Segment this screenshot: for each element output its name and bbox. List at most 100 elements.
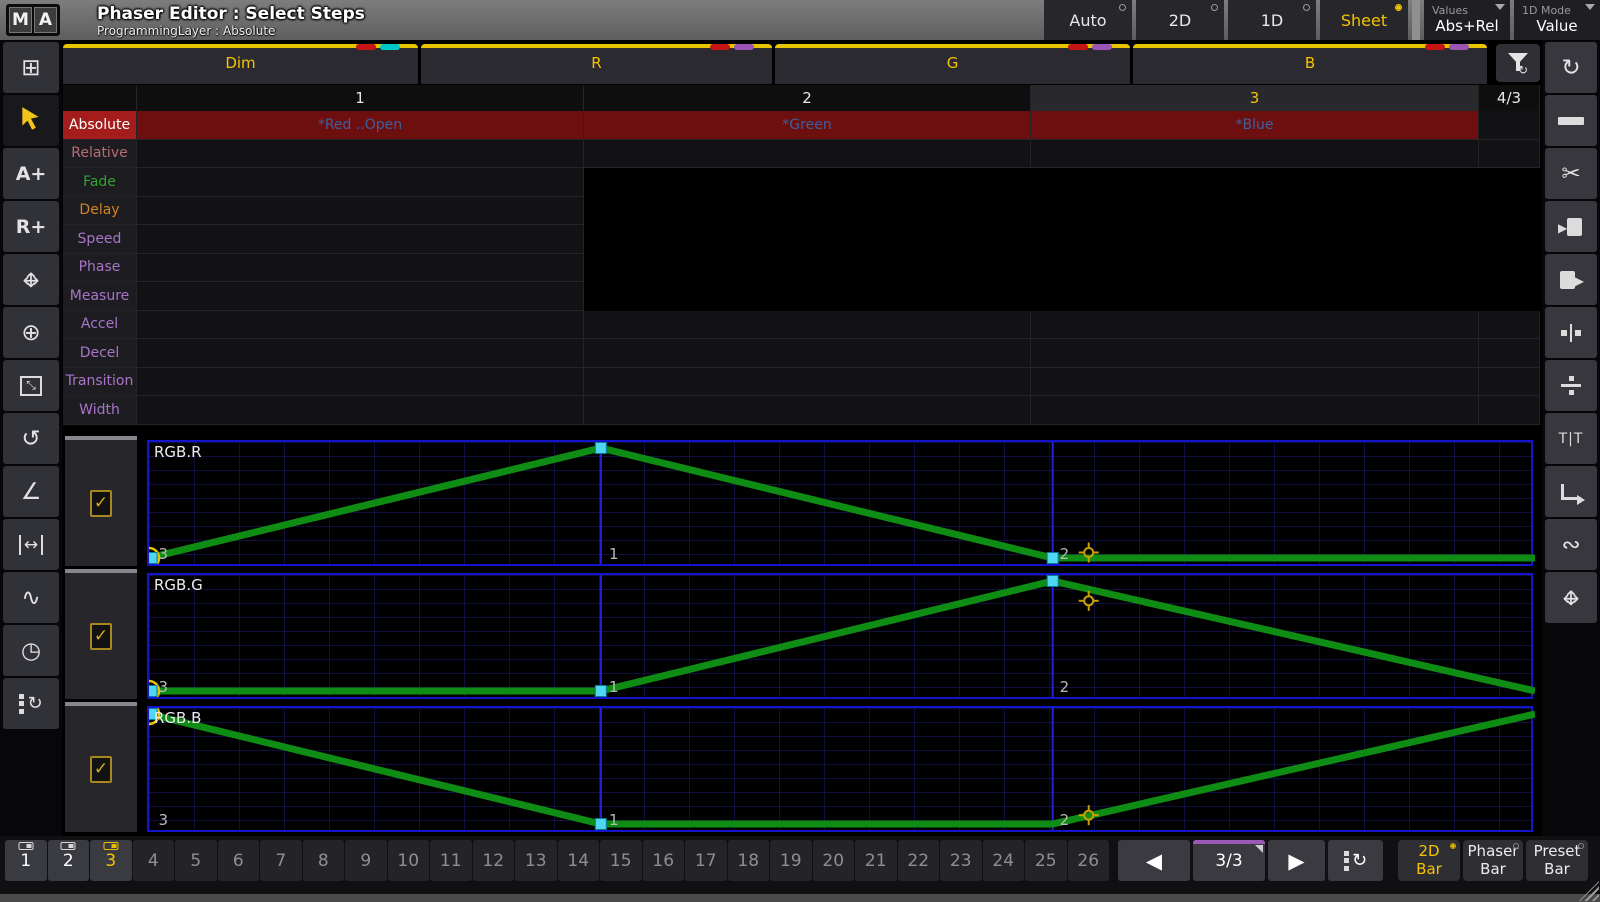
- filter-button[interactable]: ↻: [1496, 44, 1540, 82]
- row-label-speed[interactable]: Speed: [63, 225, 137, 254]
- table-cell[interactable]: [137, 282, 584, 311]
- page-indicator[interactable]: 3/3: [1193, 840, 1265, 881]
- graph-panel-rgb.r[interactable]: RGB.R312: [147, 440, 1533, 566]
- graph-checkbox-rgb.r[interactable]: ✓: [90, 490, 112, 517]
- table-cell[interactable]: [137, 396, 584, 425]
- table-cell[interactable]: [137, 311, 584, 340]
- phaser-step-26[interactable]: 26: [1068, 840, 1110, 881]
- step-column-3[interactable]: 3: [1031, 85, 1479, 111]
- add-absolute-button[interactable]: A+: [3, 148, 59, 199]
- phaser-step-14[interactable]: 14: [558, 840, 600, 881]
- phaser-step-4[interactable]: 4: [133, 840, 175, 881]
- table-cell[interactable]: [137, 197, 584, 226]
- phaser-step-23[interactable]: 23: [940, 840, 982, 881]
- table-cell[interactable]: [1479, 396, 1540, 425]
- row-label-decel[interactable]: Decel: [63, 339, 137, 368]
- attribute-tab-b[interactable]: B: [1133, 44, 1487, 84]
- row-label-accel[interactable]: Accel: [63, 311, 137, 340]
- stopwatch-button[interactable]: ◷: [3, 625, 59, 676]
- row-label-fade[interactable]: Fade: [63, 168, 137, 197]
- divide-button[interactable]: [1545, 360, 1597, 411]
- phaser-step-11[interactable]: 11: [430, 840, 472, 881]
- wave-button[interactable]: ∿: [3, 572, 59, 623]
- phaser-step-5[interactable]: 5: [175, 840, 217, 881]
- table-cell[interactable]: [1479, 311, 1540, 340]
- row-label-measure[interactable]: Measure: [63, 282, 137, 311]
- width-button[interactable]: ↔: [3, 519, 59, 570]
- ma-logo-icon[interactable]: MA: [6, 4, 60, 36]
- phaser-step-1[interactable]: 1: [5, 840, 47, 881]
- add-relative-button[interactable]: R+: [3, 201, 59, 252]
- step-column-4/3[interactable]: 4/3: [1479, 85, 1540, 111]
- table-cell[interactable]: [1479, 140, 1540, 169]
- align-width-button[interactable]: T|T: [1545, 413, 1597, 464]
- step-column-1[interactable]: 1: [137, 85, 584, 111]
- rotate-corner-button[interactable]: [1545, 466, 1597, 517]
- rotate-button[interactable]: ↺: [3, 413, 59, 464]
- bar-button-phaser-bar[interactable]: PhaserBar: [1463, 840, 1523, 881]
- table-cell[interactable]: [1031, 339, 1479, 368]
- phaser-step-15[interactable]: 15: [600, 840, 642, 881]
- move-all-button[interactable]: ↔↕: [1545, 572, 1597, 623]
- phaser-step-25[interactable]: 25: [1025, 840, 1067, 881]
- cut-button[interactable]: ✂: [1545, 148, 1597, 199]
- step-column-2[interactable]: 2: [584, 85, 1031, 111]
- phaser-step-9[interactable]: 9: [345, 840, 387, 881]
- move-button[interactable]: ↔↕: [3, 254, 59, 305]
- table-cell[interactable]: [137, 254, 584, 283]
- table-cell[interactable]: [1031, 140, 1479, 169]
- table-cell[interactable]: [584, 339, 1031, 368]
- phaser-step-8[interactable]: 8: [303, 840, 345, 881]
- table-cell[interactable]: [137, 168, 584, 197]
- move-circle-button[interactable]: ⊕: [3, 307, 59, 358]
- attribute-tab-dim[interactable]: Dim: [63, 44, 418, 84]
- table-cell[interactable]: [137, 225, 584, 254]
- paste-after-button[interactable]: ▶: [1545, 254, 1597, 305]
- row-label-width[interactable]: Width: [63, 396, 137, 425]
- phaser-step-18[interactable]: 18: [728, 840, 770, 881]
- phaser-step-3[interactable]: 3: [90, 840, 132, 881]
- phaser-step-16[interactable]: 16: [643, 840, 685, 881]
- table-cell[interactable]: [584, 140, 1031, 169]
- scale-frame-button[interactable]: ⤡: [3, 360, 59, 411]
- paste-before-button[interactable]: ▶: [1545, 201, 1597, 252]
- attribute-tab-g[interactable]: G: [775, 44, 1130, 84]
- row-label-relative[interactable]: Relative: [63, 140, 137, 169]
- row-label-phase[interactable]: Phase: [63, 254, 137, 283]
- arrange-grid-button[interactable]: ⊞: [3, 42, 59, 93]
- phaser-curve-rgb.r[interactable]: [149, 442, 1535, 564]
- table-cell[interactable]: [137, 368, 584, 397]
- table-cell[interactable]: *Blue: [1031, 111, 1479, 140]
- table-cell[interactable]: *Green: [584, 111, 1031, 140]
- phaser-step-7[interactable]: 7: [260, 840, 302, 881]
- remove-button[interactable]: [1545, 95, 1597, 146]
- table-cell[interactable]: [584, 396, 1031, 425]
- phaser-step-2[interactable]: 2: [48, 840, 90, 881]
- sequence-loop-button[interactable]: ↻: [3, 678, 59, 729]
- phaser-step-22[interactable]: 22: [898, 840, 940, 881]
- phaser-step-20[interactable]: 20: [813, 840, 855, 881]
- graph-panel-rgb.b[interactable]: RGB.B312: [147, 706, 1533, 832]
- mirror-button[interactable]: [1545, 307, 1597, 358]
- table-cell[interactable]: [1031, 368, 1479, 397]
- phaser-step-17[interactable]: 17: [685, 840, 727, 881]
- table-cell[interactable]: [584, 311, 1031, 340]
- table-cell[interactable]: [1031, 311, 1479, 340]
- table-cell[interactable]: [137, 339, 584, 368]
- table-cell[interactable]: [1031, 396, 1479, 425]
- phaser-curve-rgb.g[interactable]: [149, 575, 1535, 697]
- graph-panel-rgb.g[interactable]: RGB.G312: [147, 573, 1533, 699]
- table-cell[interactable]: [137, 140, 584, 169]
- phaser-step-21[interactable]: 21: [855, 840, 897, 881]
- phaser-step-24[interactable]: 24: [983, 840, 1025, 881]
- graph-checkbox-rgb.b[interactable]: ✓: [90, 756, 112, 783]
- phaser-step-19[interactable]: 19: [770, 840, 812, 881]
- phaser-curve-rgb.b[interactable]: [149, 708, 1535, 830]
- graph-checkbox-rgb.g[interactable]: ✓: [90, 623, 112, 650]
- attribute-tab-r[interactable]: R: [421, 44, 772, 84]
- page-prev-button[interactable]: ◀: [1118, 840, 1190, 881]
- row-label-absolute[interactable]: Absolute: [63, 111, 137, 140]
- sync-button[interactable]: ↻: [1545, 42, 1597, 93]
- phaser-step-12[interactable]: 12: [473, 840, 515, 881]
- phaser-step-13[interactable]: 13: [515, 840, 557, 881]
